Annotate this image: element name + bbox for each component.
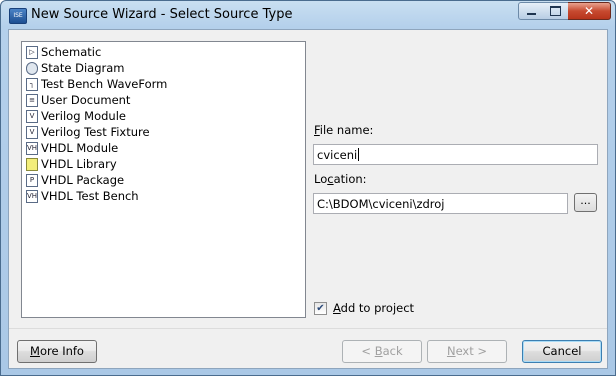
minimize-button[interactable]	[518, 2, 544, 20]
close-button[interactable]: ✕	[568, 2, 611, 20]
list-item[interactable]: State Diagram	[26, 60, 124, 76]
back-button[interactable]: < Back	[342, 340, 422, 363]
add-to-project-checkbox[interactable]: ✔	[314, 302, 327, 315]
list-item-label: Verilog Test Fixture	[41, 125, 150, 139]
list-item-label: State Diagram	[41, 61, 125, 75]
source-type-list[interactable]: ▷ Schematic State Diagram ┐ Test Bench WaveF…	[21, 41, 306, 318]
text-caret	[358, 148, 360, 161]
verilog-module-icon: V	[26, 109, 38, 123]
verilog-fixture-icon: V	[26, 125, 38, 139]
cancel-button[interactable]: Cancel	[522, 340, 602, 363]
vhdl-testbench-icon: VH	[26, 189, 38, 203]
location-input[interactable]: C:\BDOM\cviceni\zdroj	[313, 193, 568, 214]
close-icon: ✕	[583, 4, 595, 18]
state-diagram-icon	[26, 61, 38, 75]
file-name-input[interactable]: cviceni	[313, 144, 598, 165]
list-item[interactable]: ▷ Schematic	[26, 44, 101, 60]
file-name-label: File name:	[314, 123, 374, 137]
vhdl-library-icon	[26, 157, 38, 171]
add-to-project-label[interactable]: Add to project	[333, 301, 414, 315]
list-item-label: Verilog Module	[41, 109, 126, 123]
list-item-label: User Document	[41, 93, 131, 107]
minimize-icon	[526, 13, 536, 15]
list-item-label: Test Bench WaveForm	[41, 77, 168, 91]
maximize-icon	[550, 6, 561, 16]
app-icon: ISE	[9, 8, 27, 24]
maximize-button[interactable]	[543, 2, 569, 20]
schematic-icon: ▷	[26, 45, 38, 59]
vhdl-package-icon: P	[26, 173, 38, 187]
dialog-body: ▷ Schematic State Diagram ┐ Test Bench WaveF…	[8, 29, 608, 369]
next-button[interactable]: Next >	[427, 340, 507, 363]
more-info-button[interactable]: More Info	[17, 340, 97, 363]
title-bar[interactable]: ISE New Source Wizard - Select Source Ty…	[1, 1, 615, 29]
list-item-label: VHDL Library	[41, 157, 117, 171]
list-item-label: Schematic	[41, 45, 102, 59]
list-item[interactable]: VH VHDL Test Bench	[26, 188, 139, 204]
button-separator	[9, 328, 607, 329]
list-item[interactable]: ┐ Test Bench WaveForm	[26, 76, 167, 92]
wizard-window: ISE New Source Wizard - Select Source Ty…	[0, 0, 616, 376]
browse-button[interactable]: ...	[574, 193, 597, 212]
location-label: Location:	[314, 172, 367, 186]
list-item-label: VHDL Package	[41, 173, 125, 187]
window-title: New Source Wizard - Select Source Type	[31, 7, 293, 22]
list-item[interactable]: V Verilog Module	[26, 108, 126, 124]
list-item[interactable]: VH VHDL Module	[26, 140, 118, 156]
list-item-label: VHDL Module	[41, 141, 119, 155]
list-item-label: VHDL Test Bench	[41, 189, 139, 203]
document-icon: ≡	[26, 93, 38, 107]
list-item[interactable]: ≡ User Document	[26, 92, 130, 108]
waveform-icon: ┐	[26, 77, 38, 91]
list-item[interactable]: P VHDL Package	[26, 172, 124, 188]
list-item[interactable]: VHDL Library	[26, 156, 117, 172]
list-item[interactable]: V Verilog Test Fixture	[26, 124, 150, 140]
vhdl-module-icon: VH	[26, 141, 38, 155]
